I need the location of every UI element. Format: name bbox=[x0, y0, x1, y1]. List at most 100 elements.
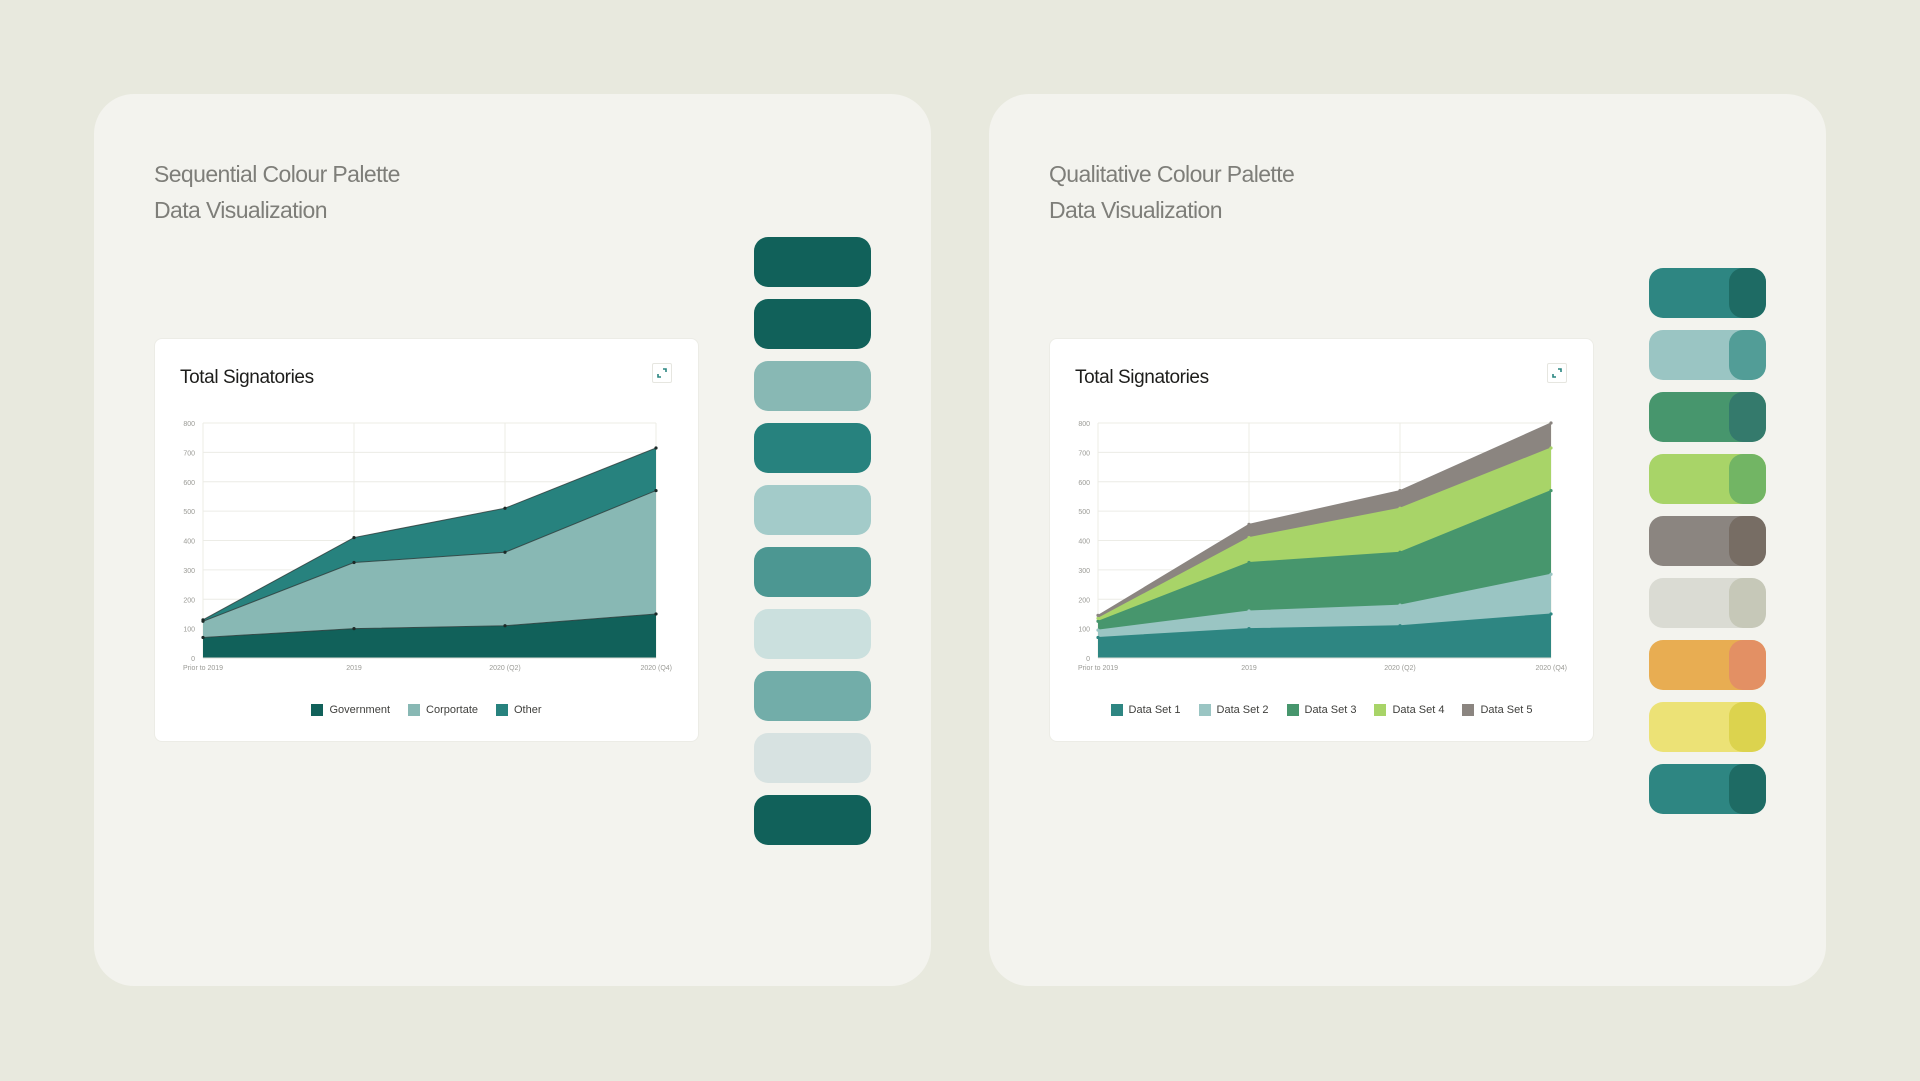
data-point bbox=[503, 550, 507, 554]
data-point bbox=[1549, 612, 1553, 616]
data-point bbox=[1096, 628, 1100, 632]
legend-item[interactable]: Data Set 3 bbox=[1286, 704, 1357, 716]
data-point bbox=[1096, 619, 1100, 623]
heading-line-2: Data Visualization bbox=[1049, 197, 1222, 223]
color-swatch bbox=[1649, 702, 1766, 752]
data-point bbox=[1096, 616, 1100, 620]
stacked-area-chart: 0 100 200 300 400 500 600 700 800 Prior to 2019 20… bbox=[183, 421, 672, 672]
color-swatch-accent bbox=[1729, 454, 1766, 504]
stacked-area-chart: 0 100 200 300 400 500 600 700 800 Prior to 2019 20… bbox=[1078, 421, 1567, 672]
data-point bbox=[1398, 603, 1402, 607]
legend-item[interactable]: Government bbox=[311, 704, 390, 716]
color-swatch-accent bbox=[1729, 330, 1766, 380]
color-swatch bbox=[1649, 516, 1766, 566]
x-tick-label: 2019 bbox=[346, 665, 362, 672]
data-point bbox=[654, 446, 658, 450]
color-swatch bbox=[1649, 764, 1766, 814]
y-tick-label: 500 bbox=[183, 509, 195, 516]
color-swatch bbox=[754, 547, 871, 597]
y-tick-label: 400 bbox=[183, 539, 195, 546]
heading-line-1: Sequential Colour Palette bbox=[154, 161, 400, 187]
data-point bbox=[352, 560, 356, 565]
y-tick-label: 300 bbox=[183, 568, 195, 575]
y-tick-label: 700 bbox=[183, 450, 195, 457]
y-tick-label: 0 bbox=[191, 656, 195, 663]
y-tick-label: 200 bbox=[1078, 597, 1090, 604]
y-tick-label: 0 bbox=[1086, 656, 1090, 663]
legend-swatch bbox=[496, 704, 508, 716]
data-point bbox=[654, 612, 658, 616]
color-swatch-accent bbox=[1729, 268, 1766, 318]
legend-label: Other bbox=[514, 704, 542, 716]
legend-item[interactable]: Other bbox=[496, 704, 542, 716]
legend-swatch bbox=[1462, 704, 1475, 716]
x-tick-label: 2020 (Q2) bbox=[1384, 665, 1416, 672]
color-swatch bbox=[754, 671, 871, 721]
legend-item[interactable]: Data Set 4 bbox=[1374, 704, 1444, 716]
x-tick-label: Prior to 2019 bbox=[1078, 665, 1118, 672]
color-swatch bbox=[754, 299, 871, 349]
color-swatch-accent bbox=[1729, 578, 1766, 628]
data-point bbox=[1549, 572, 1553, 576]
x-tick-label: 2020 (Q2) bbox=[489, 665, 521, 672]
y-tick-label: 300 bbox=[1078, 568, 1090, 575]
legend-label: Data Set 4 bbox=[1392, 704, 1445, 716]
color-swatch bbox=[754, 485, 871, 535]
legend-swatch bbox=[1110, 704, 1123, 716]
y-tick-label: 700 bbox=[1078, 450, 1090, 457]
legend-item[interactable]: Data Set 5 bbox=[1462, 704, 1532, 716]
data-point bbox=[1247, 560, 1251, 565]
y-tick-label: 600 bbox=[1078, 480, 1090, 487]
color-swatch-accent bbox=[1729, 640, 1766, 690]
legend-label: Data Set 3 bbox=[1304, 704, 1357, 716]
legend-item[interactable]: Data Set 1 bbox=[1110, 704, 1181, 716]
chart-card: Total Signatories 0 100 200 300 400 500 600 700… bbox=[1049, 338, 1594, 742]
y-tick-label: 200 bbox=[183, 597, 195, 604]
panel-heading: Qualitative Colour Palette Data Visualiz… bbox=[1049, 156, 1295, 228]
data-point bbox=[1549, 488, 1553, 493]
color-swatch bbox=[1649, 454, 1766, 504]
data-point bbox=[1247, 609, 1251, 613]
color-swatch bbox=[754, 361, 871, 411]
color-swatch-accent bbox=[1729, 764, 1766, 814]
y-tick-label: 400 bbox=[1078, 539, 1090, 546]
data-point bbox=[1247, 522, 1251, 526]
data-point bbox=[503, 624, 507, 628]
data-point bbox=[1398, 506, 1402, 510]
color-swatch-accent bbox=[1729, 702, 1766, 752]
data-point bbox=[1398, 550, 1402, 554]
qualitative-palette-panel: Qualitative Colour Palette Data Visualiz… bbox=[989, 94, 1826, 986]
color-swatch bbox=[1649, 268, 1766, 318]
color-swatch bbox=[1649, 578, 1766, 628]
legend-item[interactable]: Data Set 2 bbox=[1198, 704, 1269, 716]
panel-heading: Sequential Colour Palette Data Visualiza… bbox=[154, 156, 400, 228]
chart-card: Total Signatories 0 100 200 300 400 500 600 700… bbox=[154, 338, 699, 742]
data-point bbox=[352, 535, 356, 540]
legend-item[interactable]: Corportate bbox=[408, 704, 478, 716]
data-point bbox=[1096, 613, 1100, 618]
data-point bbox=[1549, 446, 1553, 450]
color-swatch bbox=[754, 237, 871, 287]
legend-label: Data Set 1 bbox=[1128, 704, 1181, 716]
color-swatch bbox=[754, 795, 871, 845]
legend-swatch bbox=[1286, 704, 1299, 716]
data-point bbox=[1247, 627, 1251, 631]
x-tick-label: 2020 (Q4) bbox=[640, 665, 672, 672]
data-point bbox=[1096, 635, 1100, 640]
data-point bbox=[1398, 488, 1402, 493]
x-tick-label: 2019 bbox=[1241, 665, 1257, 672]
data-point bbox=[654, 488, 658, 493]
x-tick-label: 2020 (Q4) bbox=[1535, 665, 1567, 672]
legend-label: Data Set 5 bbox=[1480, 704, 1533, 716]
legend-swatch bbox=[408, 704, 421, 716]
y-tick-label: 100 bbox=[1078, 627, 1090, 634]
legend-swatch bbox=[311, 704, 324, 716]
legend-swatch bbox=[1374, 704, 1387, 716]
data-point bbox=[1398, 624, 1402, 628]
legend-label: Data Set 2 bbox=[1216, 704, 1269, 716]
color-swatch bbox=[1649, 392, 1766, 442]
chart-legend: Data Set 1 Data Set 2 Data Set 3 Data Set 4… bbox=[1050, 704, 1593, 716]
color-swatch bbox=[1649, 640, 1766, 690]
legend-swatch bbox=[1198, 704, 1211, 716]
legend-label: Corportate bbox=[426, 704, 478, 716]
